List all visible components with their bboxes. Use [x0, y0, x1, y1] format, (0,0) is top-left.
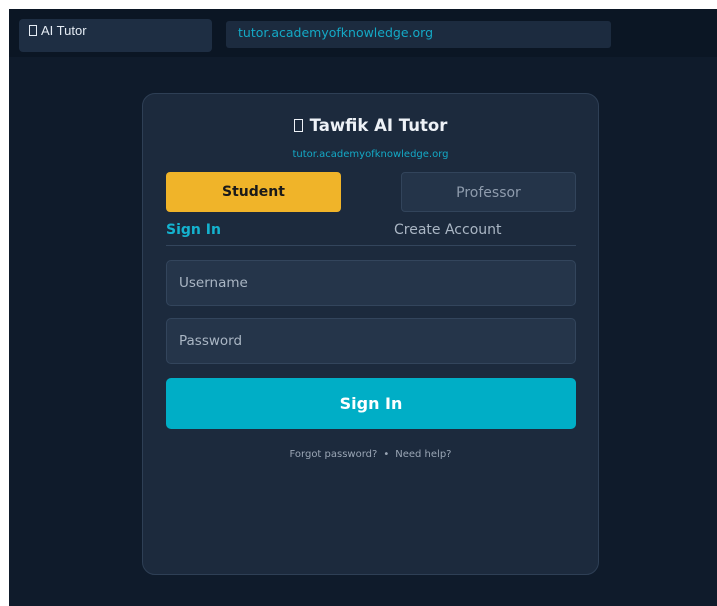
tab-title: AI Tutor	[41, 23, 87, 38]
address-bar[interactable]: tutor.academyofknowledge.org	[226, 21, 611, 48]
tab-sign-in[interactable]: Sign In	[166, 222, 221, 238]
login-card: Tawfik AI Tutor tutor.academyofknowledge…	[142, 93, 599, 575]
professor-role-button[interactable]: Professor	[401, 172, 576, 212]
student-role-button[interactable]: Student	[166, 172, 341, 212]
page-title: Tawfik AI Tutor	[143, 116, 598, 135]
help-links: Forgot password? • Need help?	[143, 449, 598, 460]
tab-favicon-icon	[29, 25, 37, 36]
browser-tab[interactable]: AI Tutor	[19, 19, 212, 52]
tab-create-account[interactable]: Create Account	[394, 222, 502, 238]
tab-divider	[166, 245, 576, 246]
browser-top-bar: AI Tutor tutor.academyofknowledge.org	[9, 9, 717, 57]
forgot-password-link[interactable]: Forgot password?	[290, 449, 378, 460]
password-input[interactable]	[166, 318, 576, 364]
app-window: AI Tutor tutor.academyofknowledge.org Ta…	[9, 9, 717, 606]
sign-in-button[interactable]: Sign In	[166, 378, 576, 429]
address-bar-url: tutor.academyofknowledge.org	[238, 25, 434, 40]
link-separator: •	[383, 449, 390, 460]
username-input[interactable]	[166, 260, 576, 306]
page-title-text: Tawfik AI Tutor	[309, 116, 448, 135]
page-subtitle: tutor.academyofknowledge.org	[292, 149, 449, 160]
need-help-link[interactable]: Need help?	[395, 449, 451, 460]
app-logo-icon	[293, 119, 303, 132]
